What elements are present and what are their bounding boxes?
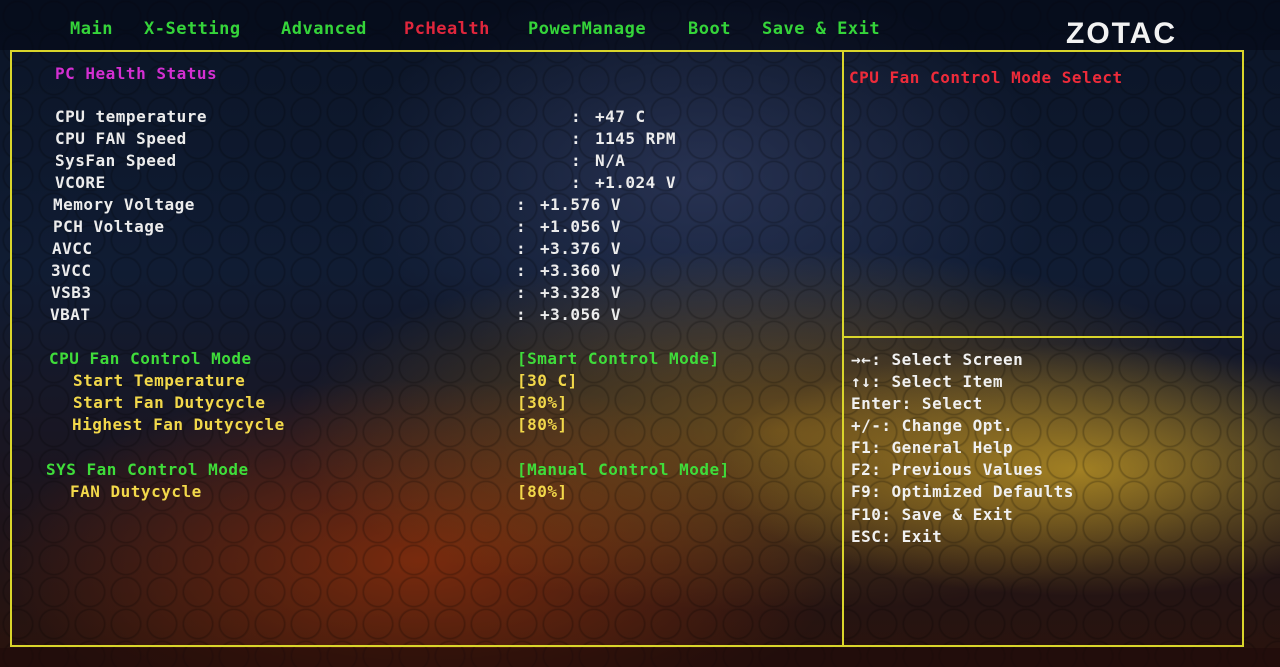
key-help-item: F1: General Help [851,438,1014,457]
reading-label: VBAT [50,305,91,324]
key-help-item: +/-: Change Opt. [851,416,1014,435]
reading-row: 3VCC : +3.360 V [51,261,751,280]
menu-bar: Main X-Setting Advanced PcHealth PowerMa… [0,0,1280,50]
section-title: PC Health Status [55,64,218,83]
key-help-item: →←: Select Screen [851,350,1024,369]
reading-separator: : [516,283,527,302]
reading-separator: : [516,195,527,214]
reading-label: SysFan Speed [55,151,177,170]
reading-row: CPU FAN Speed : 1145 RPM [55,129,755,148]
reading-row: AVCC : +3.376 V [52,239,752,258]
help-title: CPU Fan Control Mode Select [849,68,1123,87]
tab-save-exit[interactable]: Save & Exit [762,19,880,39]
reading-label: VSB3 [51,283,92,302]
reading-label: PCH Voltage [53,217,165,236]
tab-pchealth[interactable]: PcHealth [404,19,490,39]
reading-value: +3.376 V [540,239,622,258]
reading-separator: : [516,305,527,324]
key-help-item: Enter: Select [851,394,983,413]
reading-row: PCH Voltage : +1.056 V [53,217,753,236]
fan-dutycycle-value[interactable]: [80%] [517,482,568,501]
tab-powermanage[interactable]: PowerManage [528,19,646,39]
fan-dutycycle-label[interactable]: FAN Dutycycle [70,482,202,501]
reading-label: CPU FAN Speed [55,129,187,148]
reading-separator: : [516,217,527,236]
reading-value: +3.360 V [540,261,622,280]
cpu-fan-control-mode-label[interactable]: CPU Fan Control Mode [49,349,252,368]
start-fan-dutycycle-label[interactable]: Start Fan Dutycycle [73,393,266,412]
tab-advanced[interactable]: Advanced [281,19,367,39]
reading-row: CPU temperature : +47 C [55,107,755,126]
reading-value: +47 C [595,107,646,126]
start-temperature-value[interactable]: [30 C] [517,371,578,390]
reading-value: +3.056 V [540,305,622,324]
reading-row: VBAT : +3.056 V [50,305,750,324]
panel-divider [842,52,844,645]
highest-fan-dutycycle-value[interactable]: [80%] [517,415,568,434]
reading-value: N/A [595,151,626,170]
reading-separator: : [516,261,527,280]
reading-value: +1.576 V [540,195,622,214]
tab-x-setting[interactable]: X-Setting [144,19,241,39]
key-help-item: F9: Optimized Defaults [851,482,1074,501]
reading-value: 1145 RPM [595,129,677,148]
reading-separator: : [571,129,582,148]
key-help-item: F10: Save & Exit [851,505,1014,524]
reading-label: Memory Voltage [53,195,195,214]
key-help-item: F2: Previous Values [851,460,1044,479]
reading-label: CPU temperature [55,107,207,126]
sys-fan-control-mode-value[interactable]: [Manual Control Mode] [517,460,730,479]
reading-row: Memory Voltage : +1.576 V [53,195,753,214]
reading-separator: : [571,107,582,126]
key-help-item: ESC: Exit [851,527,943,546]
cpu-fan-control-mode-value[interactable]: [Smart Control Mode] [517,349,720,368]
reading-row: SysFan Speed : N/A [55,151,755,170]
reading-label: AVCC [52,239,93,258]
reading-separator: : [571,173,582,192]
tab-boot[interactable]: Boot [688,19,731,39]
zotac-logo: ZOTAC [1066,17,1178,50]
reading-separator: : [516,239,527,258]
reading-separator: : [571,151,582,170]
key-help-item: ↑↓: Select Item [851,372,1003,391]
reading-value: +1.056 V [540,217,622,236]
reading-value: +3.328 V [540,283,622,302]
reading-row: VCORE : +1.024 V [55,173,755,192]
bottom-status-strip [0,648,1280,667]
reading-row: VSB3 : +3.328 V [51,283,751,302]
help-divider [844,336,1242,338]
reading-value: +1.024 V [595,173,677,192]
start-fan-dutycycle-value[interactable]: [30%] [517,393,568,412]
sys-fan-control-mode-label[interactable]: SYS Fan Control Mode [46,460,249,479]
tab-main[interactable]: Main [70,19,113,39]
start-temperature-label[interactable]: Start Temperature [73,371,245,390]
reading-label: 3VCC [51,261,92,280]
reading-label: VCORE [55,173,106,192]
highest-fan-dutycycle-label[interactable]: Highest Fan Dutycycle [72,415,285,434]
